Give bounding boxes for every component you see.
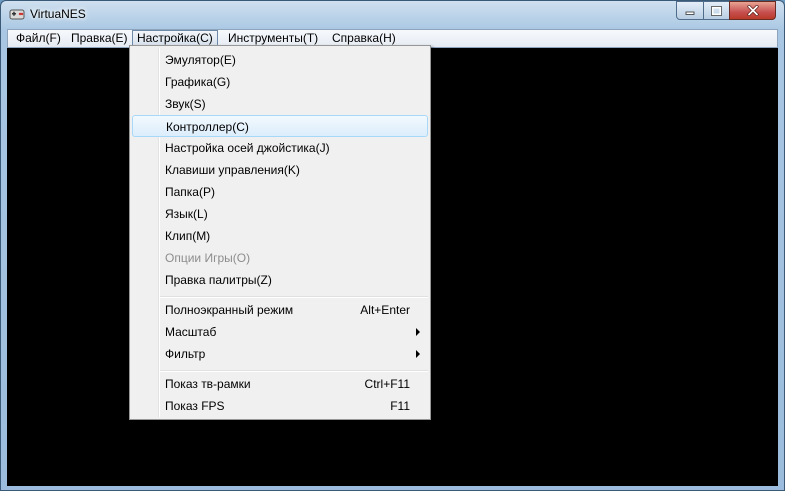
menu-item-clip[interactable]: Клип(M): [132, 225, 428, 247]
menu-item-game-options: Опции Игры(O): [132, 247, 428, 269]
menu-item-controller[interactable]: Контроллер(C): [132, 115, 428, 137]
menu-item-sound[interactable]: Звук(S): [132, 93, 428, 115]
menu-item-label: Графика(G): [165, 75, 231, 89]
menu-item-label: Клип(M): [165, 229, 211, 243]
menu-item-language[interactable]: Язык(L): [132, 203, 428, 225]
menu-item-joystick-axes[interactable]: Настройка осей джойстика(J): [132, 137, 428, 159]
maximize-icon: [711, 5, 722, 16]
menu-file[interactable]: Файл(F): [12, 30, 65, 47]
minimize-icon: [685, 11, 695, 15]
minimize-button[interactable]: [676, 1, 704, 20]
menu-edit[interactable]: Правка(E): [67, 30, 132, 47]
menu-item-shortcut: Alt+Enter: [360, 303, 410, 317]
menu-item-label: Фильтр: [165, 347, 206, 361]
close-icon: [746, 5, 759, 16]
menu-item-shortcut: Ctrl+F11: [364, 377, 410, 391]
menu-item-label: Правка палитры(Z): [165, 273, 272, 287]
menu-item-label: Опции Игры(O): [165, 251, 251, 265]
menu-item-label: Клавиши управления(K): [165, 163, 300, 177]
menu-item-zoom[interactable]: Масштаб: [132, 321, 428, 343]
menu-item-graphics[interactable]: Графика(G): [132, 71, 428, 93]
window-title: VirtuaNES: [30, 7, 86, 21]
title-bar[interactable]: VirtuaNES: [1, 1, 785, 29]
submenu-arrow-icon: [416, 350, 420, 358]
menu-item-label: Показ тв-рамки: [165, 377, 251, 391]
nes-controller-icon: [9, 9, 25, 20]
menu-item-folder[interactable]: Папка(P): [132, 181, 428, 203]
menu-item-shortcut-keys[interactable]: Клавиши управления(K): [132, 159, 428, 181]
menu-item-shortcut: F11: [390, 399, 410, 413]
menu-item-label: Масштаб: [165, 325, 217, 339]
menu-item-label: Папка(P): [165, 185, 215, 199]
menu-item-label: Показ FPS: [165, 399, 225, 413]
menu-item-palette-edit[interactable]: Правка палитры(Z): [132, 269, 428, 291]
menu-item-label: Эмулятор(E): [165, 53, 236, 67]
maximize-button[interactable]: [703, 1, 730, 20]
close-button[interactable]: [729, 1, 776, 20]
submenu-arrow-icon: [416, 328, 420, 336]
menu-separator: [160, 370, 428, 372]
menu-item-label: Полноэкранный режим: [165, 303, 294, 317]
menu-item-tv-frame[interactable]: Показ тв-рамки Ctrl+F11: [132, 373, 428, 395]
menu-item-label: Звук(S): [165, 97, 206, 111]
menu-item-label: Настройка осей джойстика(J): [165, 141, 330, 155]
menu-item-emulator[interactable]: Эмулятор(E): [132, 49, 428, 71]
menu-item-filter[interactable]: Фильтр: [132, 343, 428, 365]
settings-dropdown-menu: Эмулятор(E) Графика(G) Звук(S) Контролле…: [129, 45, 431, 420]
menu-item-label: Язык(L): [165, 207, 208, 221]
menu-item-fullscreen[interactable]: Полноэкранный режим Alt+Enter: [132, 299, 428, 321]
menu-item-show-fps[interactable]: Показ FPS F11: [132, 395, 428, 417]
menu-item-label: Контроллер(C): [166, 120, 249, 134]
menu-separator: [160, 296, 428, 298]
